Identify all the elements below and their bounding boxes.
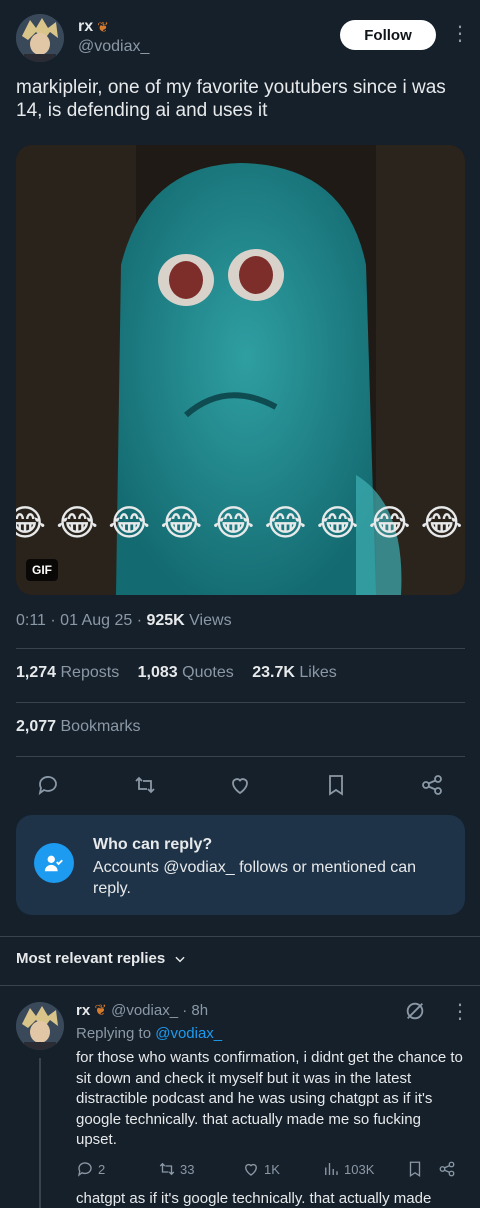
bookmark-icon <box>409 1161 421 1178</box>
reply-more-options-icon[interactable]: ⋮ <box>450 1002 470 1022</box>
reply-meta: rx ❦ @vodiax_ · 8h <box>76 1001 208 1019</box>
reply-like-count: 1K <box>264 1161 280 1177</box>
divider <box>0 936 480 937</box>
person-check-icon <box>34 843 74 883</box>
engagement-stats: 1,274 Reposts 1,083 Quotes 23.7K Likes <box>16 664 351 682</box>
reply-views-action[interactable]: 103K <box>322 1160 374 1178</box>
follow-button[interactable]: Follow <box>340 20 436 50</box>
divider <box>16 756 465 757</box>
grok-icon[interactable] <box>404 1000 426 1027</box>
reply-restriction-title: Who can reply? <box>93 836 213 853</box>
views-icon <box>325 1163 338 1175</box>
repost-icon <box>159 1162 175 1176</box>
tweet-date: 01 Aug 25 <box>60 612 133 629</box>
tweet-media[interactable]: 😂 😂 😂 😂 😂 😂 😂 😂 😂 GIF <box>16 145 465 595</box>
reply-author-name[interactable]: rx <box>76 1002 90 1019</box>
share-icon <box>439 1161 455 1177</box>
like-icon <box>245 1163 257 1176</box>
quotes-stat[interactable]: 1,083 Quotes <box>138 664 234 681</box>
reply-bookmark-action[interactable] <box>406 1160 424 1178</box>
reposts-stat[interactable]: 1,274 Reposts <box>16 664 119 681</box>
share-icon[interactable] <box>418 771 446 799</box>
author-name[interactable]: rx <box>78 18 93 36</box>
chevron-down-icon <box>175 956 185 962</box>
reply-restriction-card: Who can reply? Accounts @vodiax_ follows… <box>16 815 465 915</box>
reply-repost-count: 33 <box>180 1161 195 1177</box>
replying-to: Replying to @vodiax_ <box>76 1025 223 1042</box>
author-name-row: rx ❦ <box>78 18 109 36</box>
divider <box>0 985 480 986</box>
reply-repost-action[interactable]: 33 <box>158 1160 194 1178</box>
tweet-time: 0:11 <box>16 612 46 629</box>
bookmark-icon[interactable] <box>322 771 350 799</box>
thread-line <box>39 1058 41 1208</box>
reply-text: for those who wants confirmation, i didn… <box>76 1049 463 1148</box>
author-handle[interactable]: @vodiax_ <box>78 38 149 56</box>
more-options-icon[interactable]: ⋮ <box>450 24 470 44</box>
gif-badge: GIF <box>26 559 58 581</box>
leaf-emoji: ❦ <box>94 1002 107 1019</box>
reply-restriction-description: Accounts @vodiax_ follows or mentioned c… <box>93 859 417 897</box>
reply-age: · 8h <box>182 1002 209 1019</box>
views-label: Views <box>189 612 232 629</box>
replying-to-handle[interactable]: @vodiax_ <box>155 1025 222 1042</box>
divider <box>16 648 465 649</box>
author-avatar[interactable] <box>16 14 64 62</box>
likes-stat[interactable]: 23.7K Likes <box>252 664 337 681</box>
repost-icon[interactable] <box>131 771 159 799</box>
tweet-text: markipleir, one of my favorite youtubers… <box>16 77 446 121</box>
reply-like-action[interactable]: 1K <box>242 1160 280 1178</box>
laughing-emoji-row: 😂 😂 😂 😂 😂 😂 😂 😂 😂 <box>16 502 463 543</box>
next-reply-preview: chatgpt as if it's google technically. t… <box>76 1190 432 1207</box>
reply-icon <box>77 1162 92 1177</box>
reply-views-count: 103K <box>344 1161 375 1177</box>
like-icon[interactable] <box>226 771 254 799</box>
reply-reply-action[interactable]: 2 <box>76 1160 105 1178</box>
reply-icon[interactable] <box>34 771 62 799</box>
reply-author-avatar[interactable] <box>16 1002 64 1050</box>
reply-share-action[interactable] <box>438 1160 456 1178</box>
tweet-meta: 0:11 · 01 Aug 25 · 925K Views <box>16 612 232 629</box>
leaf-emoji: ❦ <box>97 18 109 35</box>
divider <box>16 702 465 703</box>
views-count: 925K <box>146 612 185 629</box>
replies-heading: Most relevant replies <box>16 950 166 967</box>
replies-sort-dropdown[interactable]: Most relevant replies <box>16 950 187 967</box>
reply-reply-count: 2 <box>98 1161 106 1177</box>
bookmarks-stat[interactable]: 2,077 Bookmarks <box>16 718 141 736</box>
reply-author-handle[interactable]: @vodiax_ <box>111 1002 178 1019</box>
